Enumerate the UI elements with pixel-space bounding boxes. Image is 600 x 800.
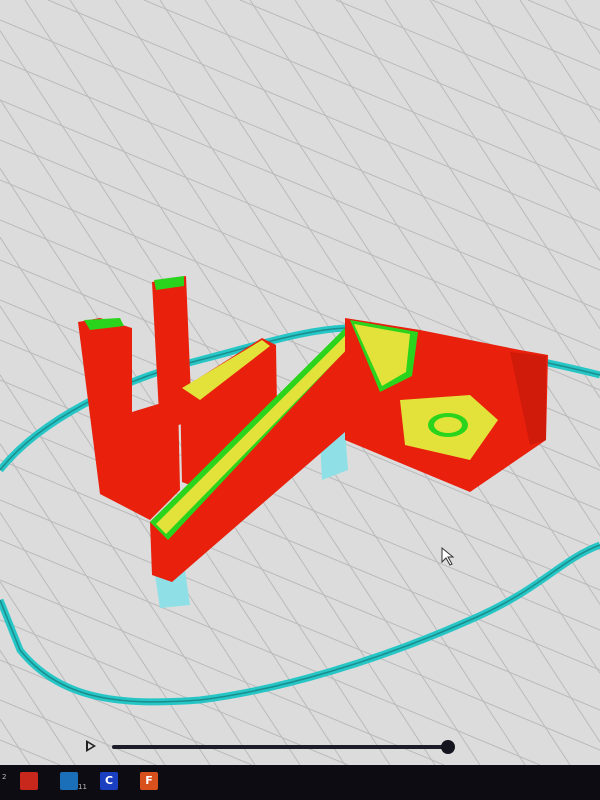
cura-icon[interactable]: C <box>100 772 118 790</box>
store-icon[interactable] <box>60 772 78 790</box>
taskbar-badge: 11 <box>78 783 87 791</box>
taskbar-badge: 2 <box>2 773 7 781</box>
layer-slider-handle[interactable] <box>441 740 455 754</box>
layer-slider-track[interactable] <box>112 740 455 754</box>
3d-layer-view[interactable] <box>0 0 600 765</box>
taskbar: 2 11 C F <box>0 765 600 800</box>
play-icon[interactable] <box>86 740 96 752</box>
layer-slider[interactable] <box>86 738 466 758</box>
build-plate-scene <box>0 0 600 765</box>
f-app-icon[interactable]: F <box>140 772 158 790</box>
office-icon[interactable] <box>20 772 38 790</box>
